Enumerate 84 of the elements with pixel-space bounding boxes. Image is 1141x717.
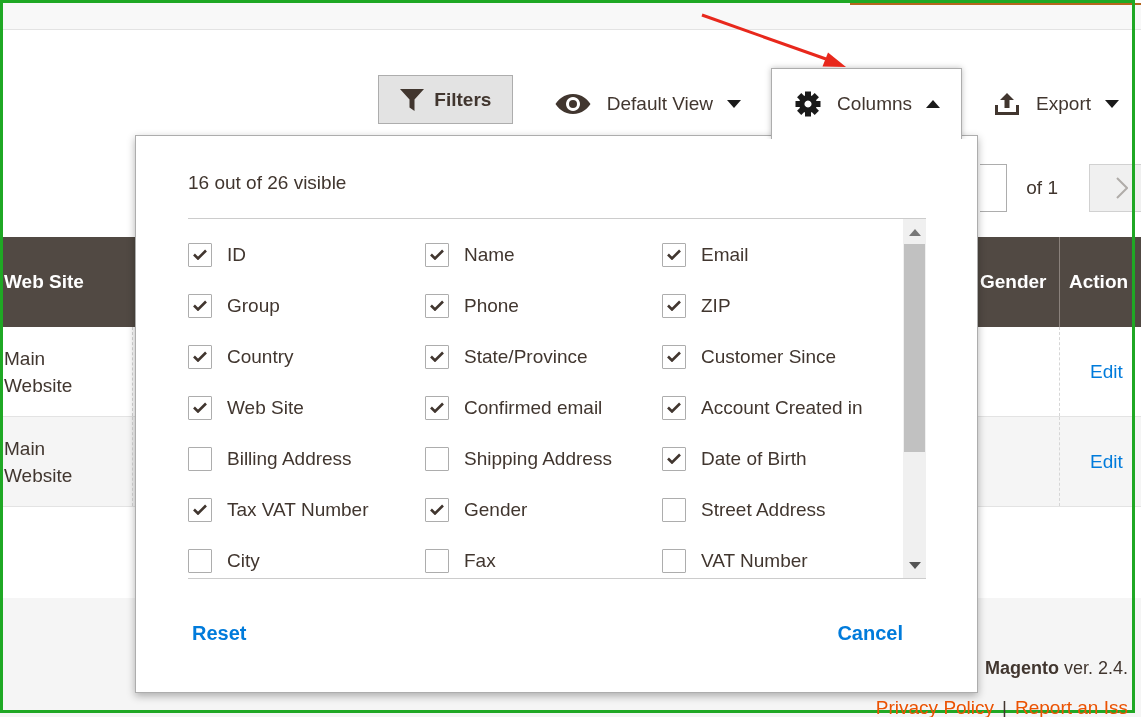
checkbox[interactable] [662,446,686,471]
checkbox-label[interactable]: Tax VAT Number [227,498,369,521]
checkbox[interactable] [188,497,212,522]
checkbox[interactable] [662,242,686,267]
checkmark-icon [193,351,207,362]
checkbox-label[interactable]: Web Site [227,396,304,419]
checkbox[interactable] [188,395,212,420]
checkbox[interactable] [425,395,449,420]
checkmark-icon [430,402,444,413]
checkmark-icon [667,453,681,464]
checkbox[interactable] [662,395,686,420]
funnel-icon [399,87,426,112]
page-count-label: of 1 [1026,176,1058,199]
checkbox[interactable] [425,242,449,267]
checkbox[interactable] [662,548,686,573]
checkbox[interactable] [425,548,449,573]
checkbox-label[interactable]: Phone [464,294,519,317]
checkbox[interactable] [425,497,449,522]
checkbox-label[interactable]: Fax [464,549,496,572]
checkmark-icon [430,504,444,515]
checkbox[interactable] [662,497,686,522]
checkmark-icon [193,504,207,515]
caret-up-icon [926,100,941,108]
checkbox[interactable] [662,344,686,369]
scrollbar[interactable] [903,219,926,578]
checkmark-icon [193,402,207,413]
checkbox-label[interactable]: Billing Address [227,447,352,470]
checkmark-icon [667,249,681,260]
checkbox-label[interactable]: ID [227,243,246,266]
checkbox-label[interactable]: Account Created in [701,396,863,419]
column-header[interactable]: Action [1059,237,1141,327]
checkbox-label[interactable]: State/Province [464,345,588,368]
eye-icon [554,92,591,115]
checkbox[interactable] [188,446,212,471]
checkbox[interactable] [425,344,449,369]
checkbox-label[interactable]: City [227,549,260,572]
caret-down-icon [727,99,742,108]
column-header[interactable]: Gender [980,237,1059,327]
checkmark-icon [430,249,444,260]
checkbox-label[interactable]: Date of Birth [701,447,807,470]
table-cell: Main Website [0,417,133,506]
checkbox[interactable] [188,293,212,318]
settings-icon [795,91,822,117]
table-cell: Main Website [0,327,133,416]
cancel-button[interactable]: Cancel [833,620,907,647]
checkbox-label[interactable]: Name [464,243,515,266]
chevron-right-icon [1116,176,1128,199]
reset-button[interactable]: Reset [188,620,251,647]
checkbox-label[interactable]: VAT Number [701,549,808,572]
checkbox-label[interactable]: Gender [464,498,528,521]
checkbox[interactable] [188,242,212,267]
checkbox[interactable] [188,344,212,369]
checkbox[interactable] [662,293,686,318]
upload-icon [994,91,1021,116]
column-header[interactable]: Web Site [0,237,133,327]
checkbox-label[interactable]: Street Address [701,498,826,521]
version-text: Magento ver. 2.4. [984,657,1128,680]
edit-link[interactable]: Edit [1090,450,1123,473]
checkbox-label[interactable]: Shipping Address [464,447,612,470]
scroll-down-icon[interactable] [908,562,921,569]
checkbox-label[interactable]: Confirmed email [464,396,603,419]
checkbox-label[interactable]: Group [227,294,280,317]
checkmark-icon [667,351,681,362]
checkbox-label[interactable]: Country [227,345,294,368]
checkbox[interactable] [425,446,449,471]
checkmark-icon [193,249,207,260]
checkbox[interactable] [188,548,212,573]
checkbox[interactable] [425,293,449,318]
page-number-field[interactable] [980,163,1008,212]
next-page-button[interactable] [1089,163,1141,212]
columns-dropdown[interactable]: Columns [771,68,963,139]
checkmark-icon [667,402,681,413]
checkmark-icon [430,351,444,362]
edit-link[interactable]: Edit [1090,360,1123,383]
visible-count-text: 16 out of 26 visible [188,171,347,195]
checkmark-icon [430,300,444,311]
scrollbar-thumb[interactable] [904,244,925,452]
checkmark-icon [193,300,207,311]
checkmark-icon [667,300,681,311]
caret-down-icon [1105,99,1119,108]
checkbox-label[interactable]: Email [701,243,749,266]
checkbox-label[interactable]: ZIP [701,294,731,317]
checkbox-label[interactable]: Customer Since [701,345,837,368]
filters-button[interactable]: Filters [378,75,513,124]
